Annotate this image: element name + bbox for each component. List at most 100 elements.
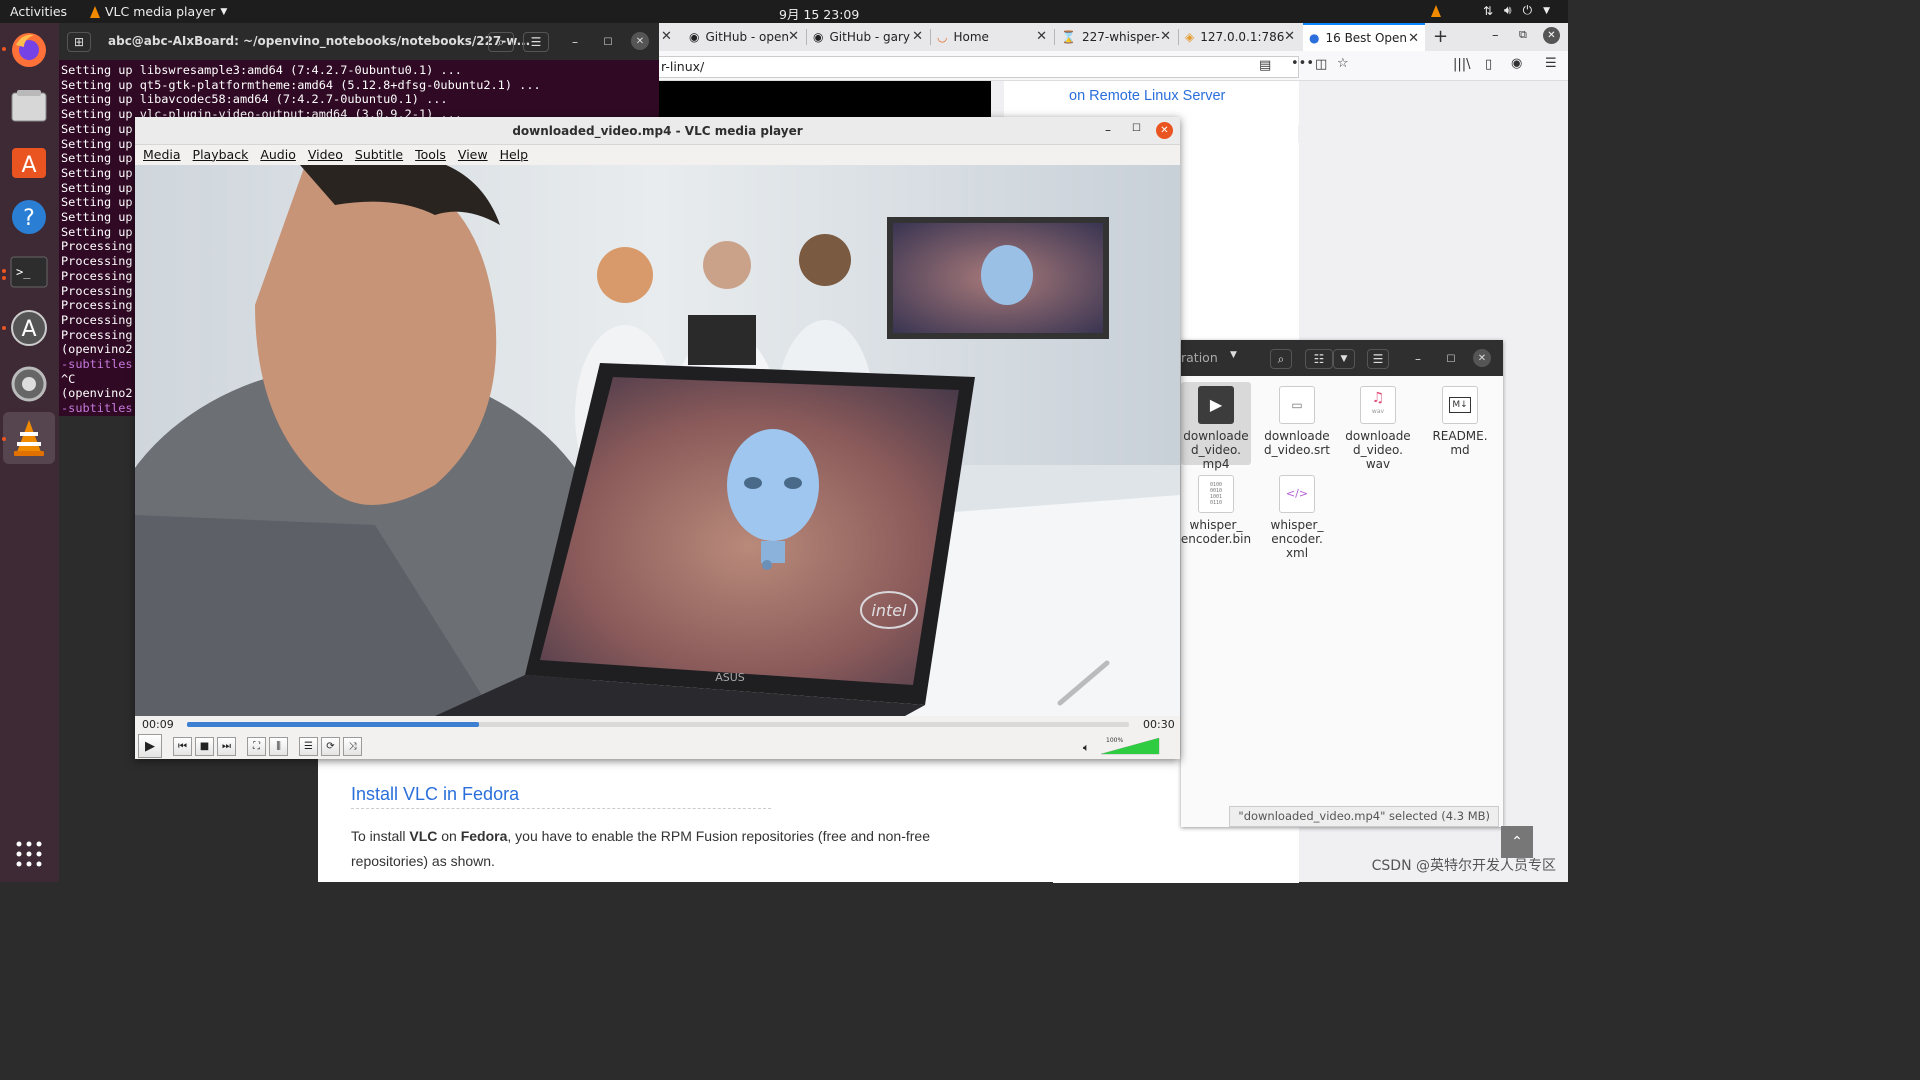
file-downloaded-video-srt[interactable]: ▭ downloade d_video.srt (1258, 386, 1336, 457)
close-icon[interactable]: ✕ (1543, 27, 1560, 44)
menu-video[interactable]: Video (302, 145, 349, 165)
close-icon[interactable]: ✕ (912, 29, 923, 44)
chevron-down-icon[interactable]: ▼ (1333, 349, 1355, 369)
power-icon[interactable]: ⏻ (1523, 3, 1533, 18)
tab-github-openvino[interactable]: ◉ GitHub - open ✕ (683, 23, 805, 51)
tab-localhost[interactable]: ◈ 127.0.0.1:786 ✕ (1179, 23, 1301, 51)
list-view-icon[interactable]: ☷ (1305, 349, 1333, 369)
shuffle-button[interactable]: ⤨ (343, 737, 362, 756)
sidebar-icon[interactable]: ▯ (1485, 57, 1492, 72)
search-icon[interactable]: ⌕ (488, 32, 514, 52)
firefox-icon[interactable] (9, 30, 49, 70)
new-tab-icon[interactable]: + (1433, 26, 1448, 47)
extended-settings-button[interactable]: ⫼ (269, 737, 288, 756)
help-icon[interactable]: ? (9, 197, 49, 237)
speaker-icon[interactable]: 🔈︎ (1083, 741, 1090, 755)
file-whisper-encoder-bin[interactable]: 0100 0010 1001 0110 whisper_ encoder.bin (1177, 475, 1255, 546)
files-icon[interactable] (9, 86, 49, 126)
file-downloaded-video-wav[interactable]: ♫ wav downloade d_video. wav (1339, 386, 1417, 471)
file-readme-md[interactable]: M↓ README. md (1421, 386, 1499, 457)
minimize-icon[interactable]: – (1492, 28, 1499, 43)
video-scene: intel ASUS (135, 165, 1180, 716)
url-input[interactable]: r-linux/ (659, 56, 1299, 78)
sidebar-link[interactable]: on Remote Linux Server (1069, 88, 1225, 104)
maximize-icon[interactable]: ☐ (597, 32, 619, 52)
time-total[interactable]: 00:30 (1143, 718, 1175, 731)
menu-audio[interactable]: Audio (254, 145, 302, 165)
bookmark-star-icon[interactable]: ☆ (1337, 56, 1349, 71)
minimize-icon[interactable]: – (1105, 123, 1111, 137)
vlc-tray-icon[interactable] (1430, 4, 1441, 17)
svg-text:A: A (21, 153, 36, 178)
close-icon[interactable]: ✕ (1036, 29, 1047, 44)
minimize-icon[interactable]: – (564, 32, 586, 52)
chevron-down-icon[interactable]: ▼ (1543, 6, 1550, 16)
menu-subtitle[interactable]: Subtitle (349, 145, 409, 165)
network-icon[interactable]: ⇅ (1483, 4, 1493, 18)
library-icon[interactable]: |||\ (1453, 57, 1471, 72)
terminal-icon[interactable]: >_ (9, 252, 49, 292)
reader-view-icon[interactable]: ▤ (1259, 58, 1271, 73)
stop-button[interactable]: ■ (195, 737, 214, 756)
volume-slider[interactable] (1101, 736, 1162, 755)
clock[interactable]: 9月 15 23:09 (779, 4, 859, 23)
minimize-icon[interactable]: – (1407, 349, 1429, 369)
new-tab-icon[interactable]: ⊞ (67, 32, 91, 52)
search-icon[interactable]: ⌕ (1270, 349, 1292, 369)
app-menu-label: VLC media player (105, 4, 216, 19)
close-icon[interactable]: ✕ (1160, 29, 1171, 44)
more-actions-icon[interactable]: ••• (1291, 56, 1314, 71)
next-button[interactable]: ⏭ (217, 737, 236, 756)
previous-button[interactable]: ⏮ (173, 737, 192, 756)
close-icon[interactable]: ✕ (788, 29, 799, 44)
file-whisper-encoder-xml[interactable]: </> whisper_ encoder. xml (1258, 475, 1336, 560)
file-label: downloade d_video.srt (1264, 429, 1330, 457)
app-menu[interactable]: VLC media player ▼ (90, 4, 227, 19)
menu-icon[interactable]: ☰ (1367, 349, 1389, 369)
tab-label: GitHub - gary (829, 30, 911, 44)
software-updater-icon[interactable]: A (9, 308, 49, 348)
loop-button[interactable]: ⟳ (321, 737, 340, 756)
close-icon[interactable]: ✕ (1408, 31, 1419, 46)
video-frame[interactable]: intel ASUS (135, 165, 1180, 716)
volume-icon[interactable]: 🔊︎ (1504, 3, 1512, 18)
restore-icon[interactable]: ⧉ (1519, 28, 1527, 42)
activities-button[interactable]: Activities (10, 4, 67, 19)
pocket-icon[interactable]: ◫ (1315, 57, 1327, 72)
menu-icon[interactable]: ☰ (523, 32, 549, 52)
menu-view[interactable]: View (452, 145, 494, 165)
close-icon[interactable]: ✕ (1473, 349, 1491, 367)
close-icon[interactable]: ✕ (1156, 122, 1173, 139)
settings-icon[interactable] (9, 364, 49, 404)
tab-home[interactable]: ◡ Home ✕ (931, 23, 1053, 51)
tab-whisper[interactable]: ⌛ 227-whisper- ✕ (1055, 23, 1177, 51)
menu-tools[interactable]: Tools (409, 145, 452, 165)
maximize-icon[interactable]: ☐ (1440, 349, 1462, 369)
path-bar[interactable]: ration (1181, 350, 1218, 365)
show-applications-icon[interactable] (9, 834, 49, 874)
menu-media[interactable]: Media (137, 145, 187, 165)
chevron-down-icon[interactable]: ▼ (1230, 350, 1237, 360)
scroll-to-top-button[interactable]: ⌃ (1501, 826, 1533, 858)
close-icon[interactable]: ✕ (631, 32, 649, 50)
maximize-icon[interactable]: ☐ (1132, 123, 1141, 134)
menu-playback[interactable]: Playback (187, 145, 255, 165)
menu-help[interactable]: Help (494, 145, 535, 165)
seek-slider[interactable] (187, 722, 1129, 727)
menu-icon[interactable]: ☰ (1545, 56, 1557, 71)
vlc-icon[interactable] (9, 418, 49, 458)
account-icon[interactable]: ◉ (1511, 56, 1522, 71)
fullscreen-button[interactable]: ⛶ (247, 737, 266, 756)
close-icon[interactable]: ✕ (661, 29, 672, 44)
asus-logo: ASUS (715, 671, 745, 684)
tab-16-best-open[interactable]: ● 16 Best Open ✕ (1303, 23, 1425, 51)
video-file-icon: ▶ (1198, 386, 1234, 424)
system-tray[interactable]: ⇅ 🔊︎ ⏻ ▼ (1430, 3, 1550, 18)
close-icon[interactable]: ✕ (1284, 29, 1295, 44)
software-center-icon[interactable]: A (9, 141, 49, 181)
time-elapsed[interactable]: 00:09 (142, 718, 174, 731)
play-button[interactable]: ▶ (138, 734, 162, 758)
file-downloaded-video-mp4[interactable]: ▶ downloade d_video. mp4 (1181, 382, 1251, 471)
tab-github-gary[interactable]: ◉ GitHub - gary ✕ (807, 23, 929, 51)
playlist-button[interactable]: ☰ (299, 737, 318, 756)
